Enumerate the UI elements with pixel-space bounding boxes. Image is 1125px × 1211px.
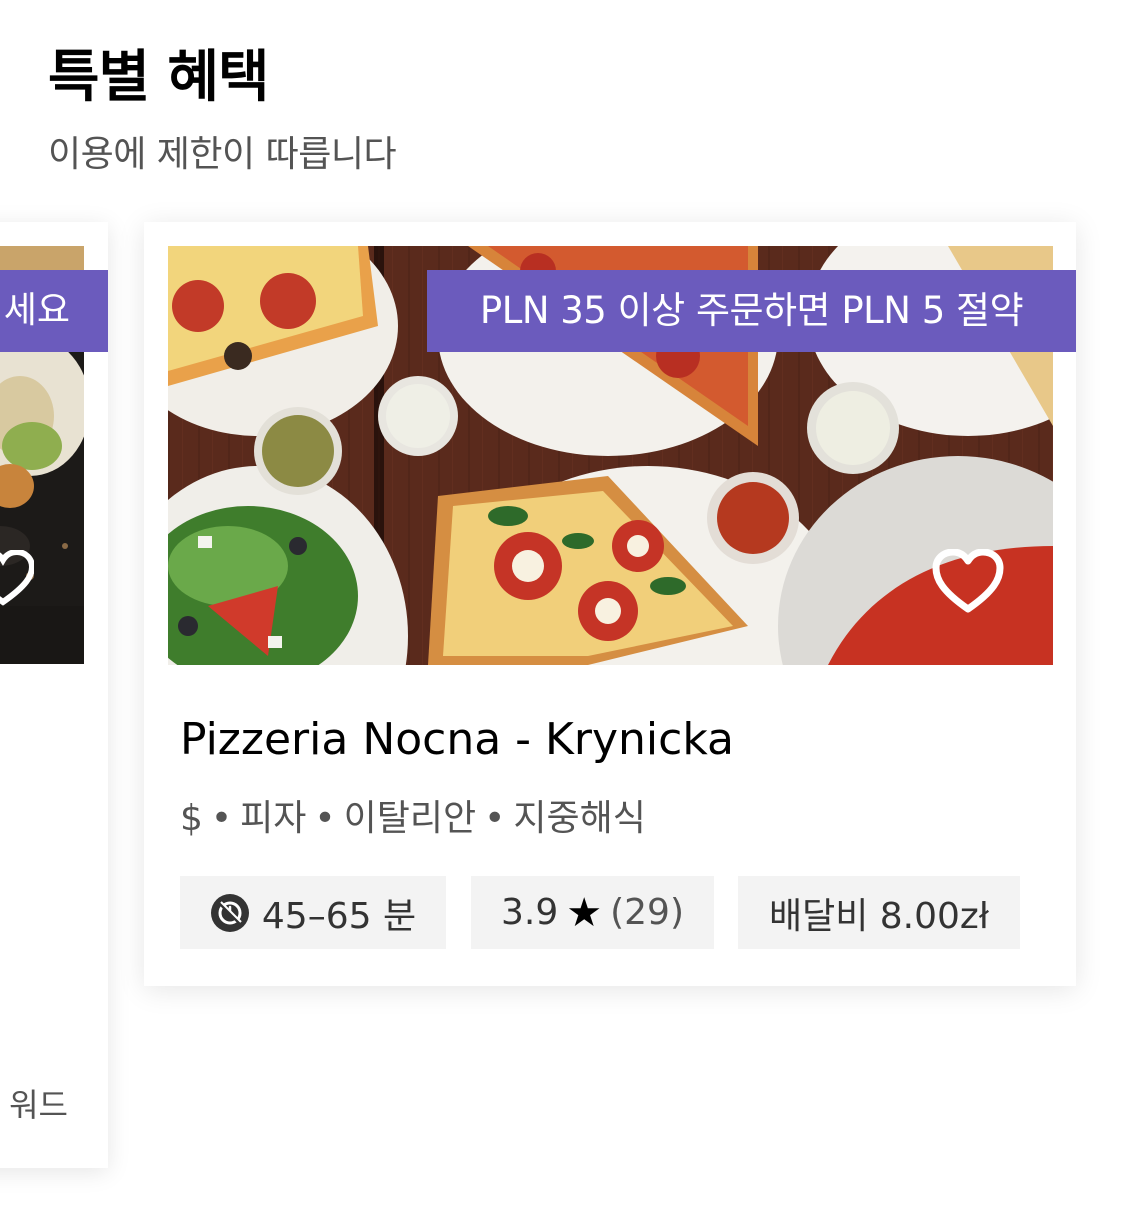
rating-count: (29) — [610, 892, 685, 933]
delivery-fee: 배달비 8.00zł — [768, 895, 990, 937]
category: 이탈리안 — [343, 798, 477, 839]
clock-icon — [210, 893, 250, 933]
heart-icon[interactable] — [0, 548, 36, 608]
price-level: $ — [180, 798, 203, 839]
delivery-time-badge: 45–65 분 — [180, 876, 446, 949]
separator: • — [314, 798, 336, 839]
store-card[interactable]: PLN 35 이상 주문하면 PLN 5 절약 Pizzeria Nocna -… — [144, 222, 1076, 986]
separator: • — [484, 798, 506, 839]
heart-icon[interactable] — [932, 548, 1004, 615]
delivery-fee-badge: 배달비 8.00zł — [738, 876, 1020, 949]
separator: • — [210, 798, 233, 839]
star-icon: ★ — [566, 889, 603, 936]
store-meta-previous: 워드 — [9, 1086, 68, 1124]
rating-badge: 3.9 ★ (29) — [471, 876, 714, 949]
store-card-previous[interactable]: 세요 워드 — [0, 222, 108, 1168]
category: 피자 — [240, 798, 307, 839]
delivery-time: 45–65 분 — [261, 895, 417, 937]
category: 지중해식 — [513, 798, 646, 839]
promo-badge-previous: 세요 — [0, 270, 108, 352]
section-title: 특별 혜택 — [48, 45, 270, 110]
section-subtitle: 이용에 제한이 따릅니다 — [48, 134, 397, 175]
store-meta: $ • 피자 • 이탈리안 • 지중해식 — [180, 794, 646, 844]
promo-badge: PLN 35 이상 주문하면 PLN 5 절약 — [427, 270, 1076, 352]
rating-value: 3.9 — [500, 892, 559, 933]
store-name[interactable]: Pizzeria Nocna - Krynicka — [180, 710, 734, 770]
